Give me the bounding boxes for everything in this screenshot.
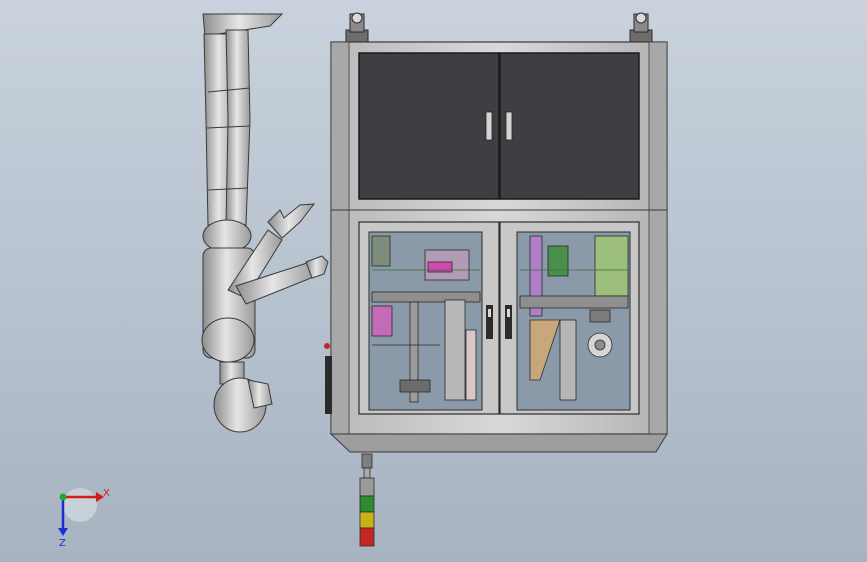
tower-light-segment-red [359, 527, 375, 547]
z-axis-arrow-icon [58, 528, 68, 536]
caster-left [345, 12, 369, 43]
upper-door-left[interactable] [358, 52, 500, 200]
z-axis-label: Z [59, 538, 66, 549]
caster-right [629, 12, 653, 43]
x-axis-label: X [103, 488, 110, 499]
figure-hand-upper [267, 203, 316, 239]
machine-cabinet[interactable] [324, 12, 668, 453]
tower-light-segment-green [359, 495, 375, 513]
figure-hip [202, 219, 252, 253]
tower-light-segment-gray [359, 477, 375, 497]
door-handle[interactable] [485, 111, 493, 141]
tower-light [359, 453, 375, 547]
door-handle[interactable] [505, 111, 513, 141]
upper-door-right[interactable] [499, 52, 640, 200]
cad-viewport[interactable]: X Z [0, 0, 867, 562]
human-figure[interactable] [201, 13, 329, 433]
side-power-box [325, 356, 332, 414]
axis-triad: X Z [58, 488, 110, 549]
tower-light-segment-yellow [359, 511, 375, 529]
y-axis-origin-icon [59, 493, 67, 501]
figure-leg-right [225, 29, 251, 226]
emergency-stop[interactable] [324, 343, 330, 349]
cabinet-base [329, 433, 668, 453]
